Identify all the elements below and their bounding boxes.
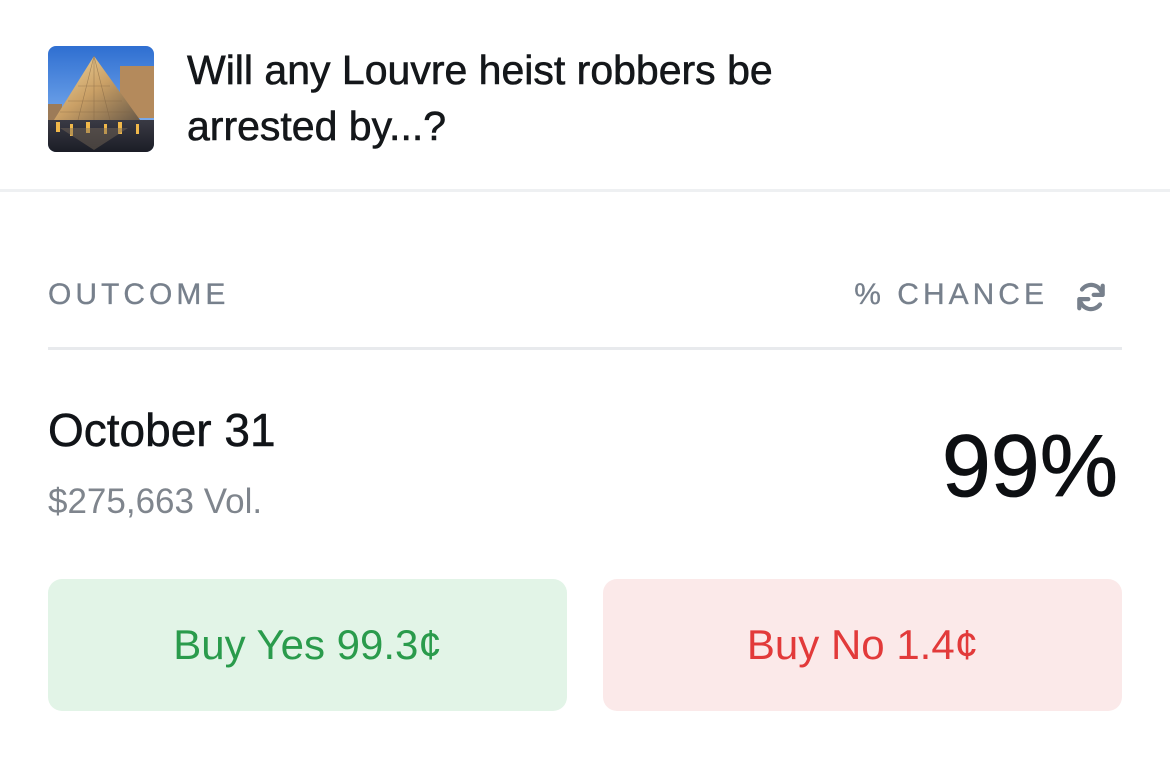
market-title[interactable]: Will any Louvre heist robbers be arreste… bbox=[187, 42, 907, 154]
market-thumbnail bbox=[48, 46, 154, 152]
louvre-pyramid-image bbox=[48, 46, 154, 152]
buy-yes-button[interactable]: Buy Yes 99.3¢ bbox=[48, 579, 567, 711]
outcome-volume: $275,663 Vol. bbox=[48, 482, 263, 521]
outcome-chance: 99% bbox=[941, 416, 1118, 516]
refresh-icon[interactable] bbox=[1073, 279, 1109, 315]
table-divider bbox=[48, 347, 1122, 350]
buy-no-button[interactable]: Buy No 1.4¢ bbox=[603, 579, 1122, 711]
outcome-name[interactable]: October 31 bbox=[48, 402, 276, 458]
market-header: Will any Louvre heist robbers be arreste… bbox=[0, 0, 1170, 192]
chance-column-header: % CHANCE bbox=[854, 278, 1048, 311]
outcome-column-header: OUTCOME bbox=[48, 278, 230, 311]
